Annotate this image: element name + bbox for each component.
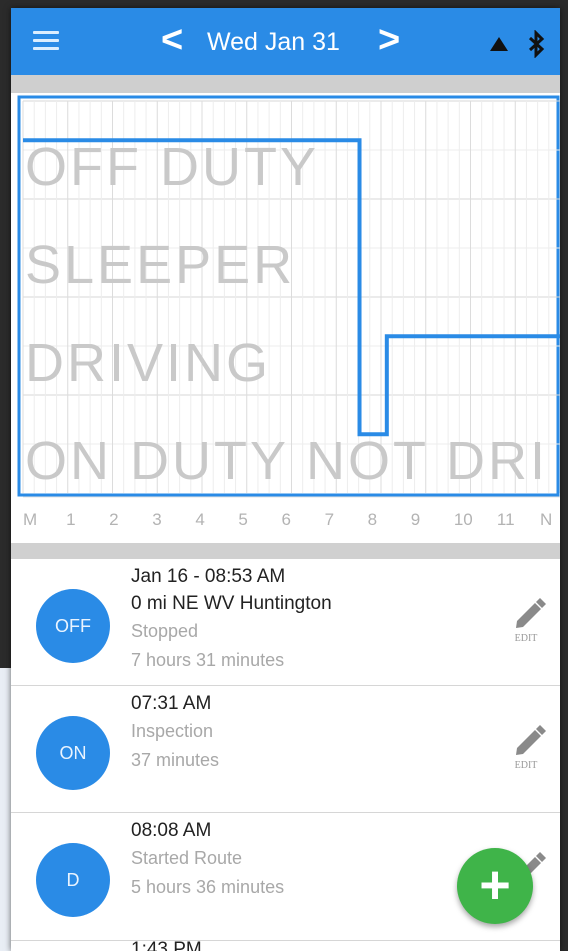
log-entry-details: Jan 16 - 08:53 AM 0 mi NE WV Huntington … xyxy=(131,563,332,675)
row-label: OFF DUTY xyxy=(25,137,319,197)
next-day-button[interactable]: > xyxy=(378,20,400,60)
duty-status-chart: OFF DUTY SLEEPER DRIVING ON DUTY NOT DRI M 1 2… xyxy=(15,93,560,543)
log-time: Jan 16 - 08:53 AM xyxy=(131,566,286,587)
pencil-icon xyxy=(516,725,546,755)
x-tick-label: 10 xyxy=(454,510,473,529)
log-duration: 5 hours 36 minutes xyxy=(131,877,285,897)
previous-day-button[interactable]: < xyxy=(161,20,183,60)
x-tick-label: M xyxy=(23,510,37,529)
x-tick-label: 7 xyxy=(325,510,334,529)
log-duration: 7 hours 31 minutes xyxy=(131,650,285,670)
row-label: DRIVING xyxy=(25,333,271,393)
x-tick-label: 9 xyxy=(411,510,420,529)
divider xyxy=(11,75,560,93)
log-time: 08:08 AM xyxy=(131,820,212,841)
x-tick-label: 3 xyxy=(152,510,161,529)
x-tick-label: N xyxy=(540,510,552,529)
edit-button[interactable]: EDIT xyxy=(503,720,549,780)
x-tick-label: 1 xyxy=(66,510,75,529)
row-label: SLEEPER xyxy=(25,235,295,295)
edit-label: EDIT xyxy=(514,760,538,771)
x-tick-label: 8 xyxy=(368,510,377,529)
log-entry-details: 08:08 AM Started Route 5 hours 36 minute… xyxy=(131,817,284,902)
divider xyxy=(11,543,560,559)
log-time: 07:31 AM xyxy=(131,693,212,714)
log-entry[interactable]: ON 07:31 AM Inspection 37 minutes EDIT xyxy=(11,686,560,813)
app-bar: < Wed Jan 31 > xyxy=(11,8,560,75)
status-badge-driving: D xyxy=(36,843,110,917)
log-note: Stopped xyxy=(131,621,199,641)
date-title: Wed Jan 31 xyxy=(207,28,340,56)
status-badge-on: ON xyxy=(36,716,110,790)
status-badge-off: OFF xyxy=(36,589,110,663)
log-entry-details: 07:31 AM Inspection 37 minutes xyxy=(131,690,219,775)
log-entry[interactable]: OFF Jan 16 - 08:53 AM 0 mi NE WV Hunting… xyxy=(11,559,560,686)
add-log-button[interactable]: + xyxy=(457,848,533,924)
log-location: 0 mi NE WV Huntington xyxy=(131,593,332,614)
row-label: ON DUTY NOT DRI xyxy=(25,431,548,491)
x-tick-label: 5 xyxy=(238,510,247,529)
pencil-icon xyxy=(516,598,546,628)
x-tick-label: 2 xyxy=(109,510,118,529)
edit-button[interactable]: EDIT xyxy=(503,593,549,653)
bluetooth-icon[interactable] xyxy=(526,30,548,58)
menu-icon[interactable] xyxy=(33,31,59,51)
x-tick-label: 11 xyxy=(497,510,515,529)
log-note: Started Route xyxy=(131,848,243,868)
x-tick-label: 6 xyxy=(282,510,291,529)
edit-label: EDIT xyxy=(514,633,538,644)
phone-screen: < Wed Jan 31 > OFF DUTY SLEEPER DRIVING ON … xyxy=(11,8,560,951)
log-time-partial: 1:43 PM xyxy=(131,940,202,951)
plus-icon: + xyxy=(479,855,511,915)
x-tick-label: 4 xyxy=(195,510,204,529)
alert-icon[interactable] xyxy=(489,36,509,52)
log-duration: 37 minutes xyxy=(131,750,220,770)
duty-status-chart-svg: OFF DUTY SLEEPER DRIVING ON DUTY NOT DRI M 1 2… xyxy=(17,95,560,529)
log-note: Inspection xyxy=(131,721,214,741)
